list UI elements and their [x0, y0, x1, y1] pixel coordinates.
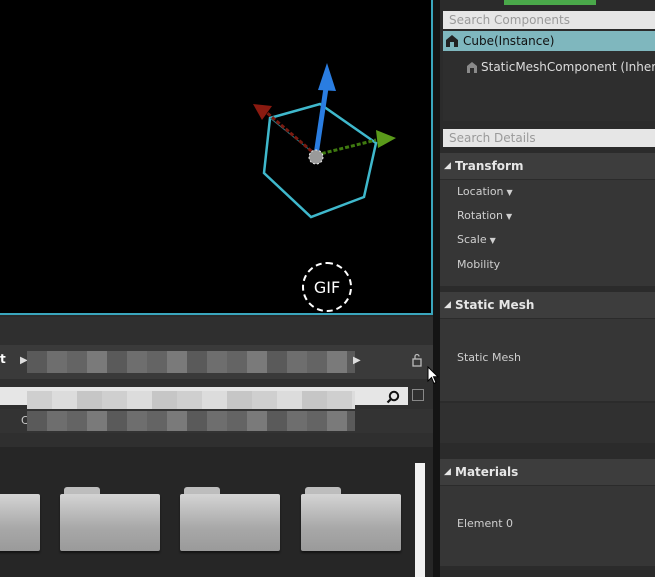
- element-0-row[interactable]: Element 0: [457, 517, 513, 530]
- folder-icon[interactable]: [60, 487, 160, 551]
- section-title: Transform: [455, 159, 524, 173]
- property-label: Element 0: [457, 517, 514, 530]
- add-component-button[interactable]: [504, 0, 596, 5]
- mobility-row[interactable]: Mobility: [457, 258, 500, 271]
- pixelated-search-overlay: [27, 391, 355, 411]
- panel-splitter[interactable]: [433, 0, 440, 577]
- details-panel: Search Components Cube(Instance) StaticM…: [440, 0, 655, 577]
- component-row-cube[interactable]: Cube(Instance): [443, 31, 655, 51]
- dropdown-caret-icon[interactable]: ▼: [506, 212, 512, 221]
- search-components-input[interactable]: Search Components: [443, 11, 655, 29]
- folder-icon[interactable]: [180, 487, 280, 551]
- transform-section-header[interactable]: ◢ Transform: [440, 153, 655, 179]
- asset-filter-row: C: [0, 409, 433, 433]
- location-row[interactable]: Location ▼: [457, 185, 513, 198]
- property-label: Location: [457, 185, 504, 198]
- property-label: Rotation: [457, 209, 504, 222]
- content-browser-path-bar: t ▶ ▶: [0, 345, 433, 379]
- component-label: Cube(Instance): [463, 34, 555, 48]
- gif-badge: GIF: [302, 262, 352, 312]
- mouse-cursor-icon: [427, 366, 439, 385]
- materials-section: Element 0: [440, 486, 655, 566]
- static-mesh-section-header[interactable]: ◢ Static Mesh: [440, 292, 655, 318]
- save-search-icon[interactable]: [412, 389, 424, 401]
- dropdown-caret-icon[interactable]: ▼: [507, 188, 513, 197]
- static-mesh-section: Static Mesh: [440, 319, 655, 401]
- collapse-triangle-icon: ◢: [444, 300, 451, 310]
- gizmo-x-axis: [265, 110, 317, 157]
- folder-icon[interactable]: [301, 487, 401, 551]
- pixelated-filters: [27, 411, 355, 431]
- collapse-triangle-icon: ◢: [444, 161, 451, 171]
- dropdown-caret-icon[interactable]: ▼: [490, 236, 496, 245]
- section-title: Static Mesh: [455, 298, 535, 312]
- section-title: Materials: [455, 465, 519, 479]
- gizmo-z-axis: [313, 87, 329, 156]
- gizmo-y-axis: [315, 138, 377, 157]
- search-details-input[interactable]: Search Details: [443, 129, 655, 147]
- path-chevron-icon[interactable]: ▶: [353, 355, 361, 366]
- folder-icon[interactable]: [0, 487, 40, 551]
- path-crumb[interactable]: t: [0, 352, 6, 366]
- static-mesh-row[interactable]: Static Mesh: [457, 351, 521, 364]
- gizmo-z-arrowhead: [318, 63, 336, 91]
- spacer-row: [440, 403, 655, 443]
- transform-gizmo[interactable]: [0, 0, 433, 315]
- gizmo-y-arrowhead: [376, 130, 396, 148]
- lock-icon[interactable]: [410, 353, 424, 367]
- search-icon[interactable]: [386, 390, 400, 404]
- actor-icon: [446, 35, 458, 47]
- property-label: Static Mesh: [457, 351, 521, 364]
- property-label: Scale: [457, 233, 487, 246]
- transform-section: Location ▼ Rotation ▼ Scale ▼ Mobility: [440, 180, 655, 286]
- asset-grid[interactable]: [0, 447, 433, 577]
- level-viewport[interactable]: GIF: [0, 0, 433, 315]
- static-mesh-component-icon: [467, 62, 477, 73]
- collapse-triangle-icon: ◢: [444, 467, 451, 477]
- component-label: StaticMeshComponent (Inherited: [481, 60, 655, 74]
- scale-row[interactable]: Scale ▼: [457, 233, 496, 246]
- pixelated-path: [27, 351, 355, 373]
- property-label: Mobility: [457, 258, 501, 271]
- materials-section-header[interactable]: ◢ Materials: [440, 459, 655, 485]
- asset-scrollbar[interactable]: [415, 463, 425, 577]
- rotation-row[interactable]: Rotation ▼: [457, 209, 512, 222]
- component-tree: Cube(Instance) StaticMeshComponent (Inhe…: [443, 31, 655, 121]
- content-browser: t ▶ ▶ C: [0, 317, 433, 577]
